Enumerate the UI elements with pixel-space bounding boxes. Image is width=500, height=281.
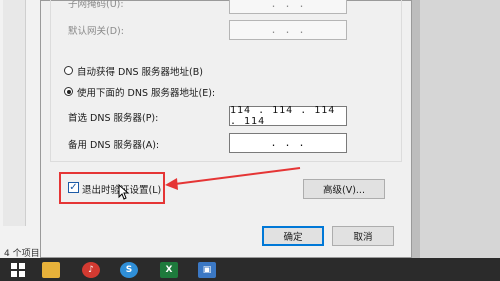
windows-icon[interactable] [9,262,27,278]
mouse-cursor-icon [118,184,130,200]
network-icon[interactable]: ▣ [198,262,216,278]
excel-icon[interactable]: X [160,262,178,278]
annotation-arrow [165,167,301,190]
taskbar [0,258,500,281]
netease-music-icon[interactable]: ♪ [82,262,100,278]
folder-icon[interactable] [42,262,60,278]
sogou-browser-icon[interactable]: S [120,262,138,278]
